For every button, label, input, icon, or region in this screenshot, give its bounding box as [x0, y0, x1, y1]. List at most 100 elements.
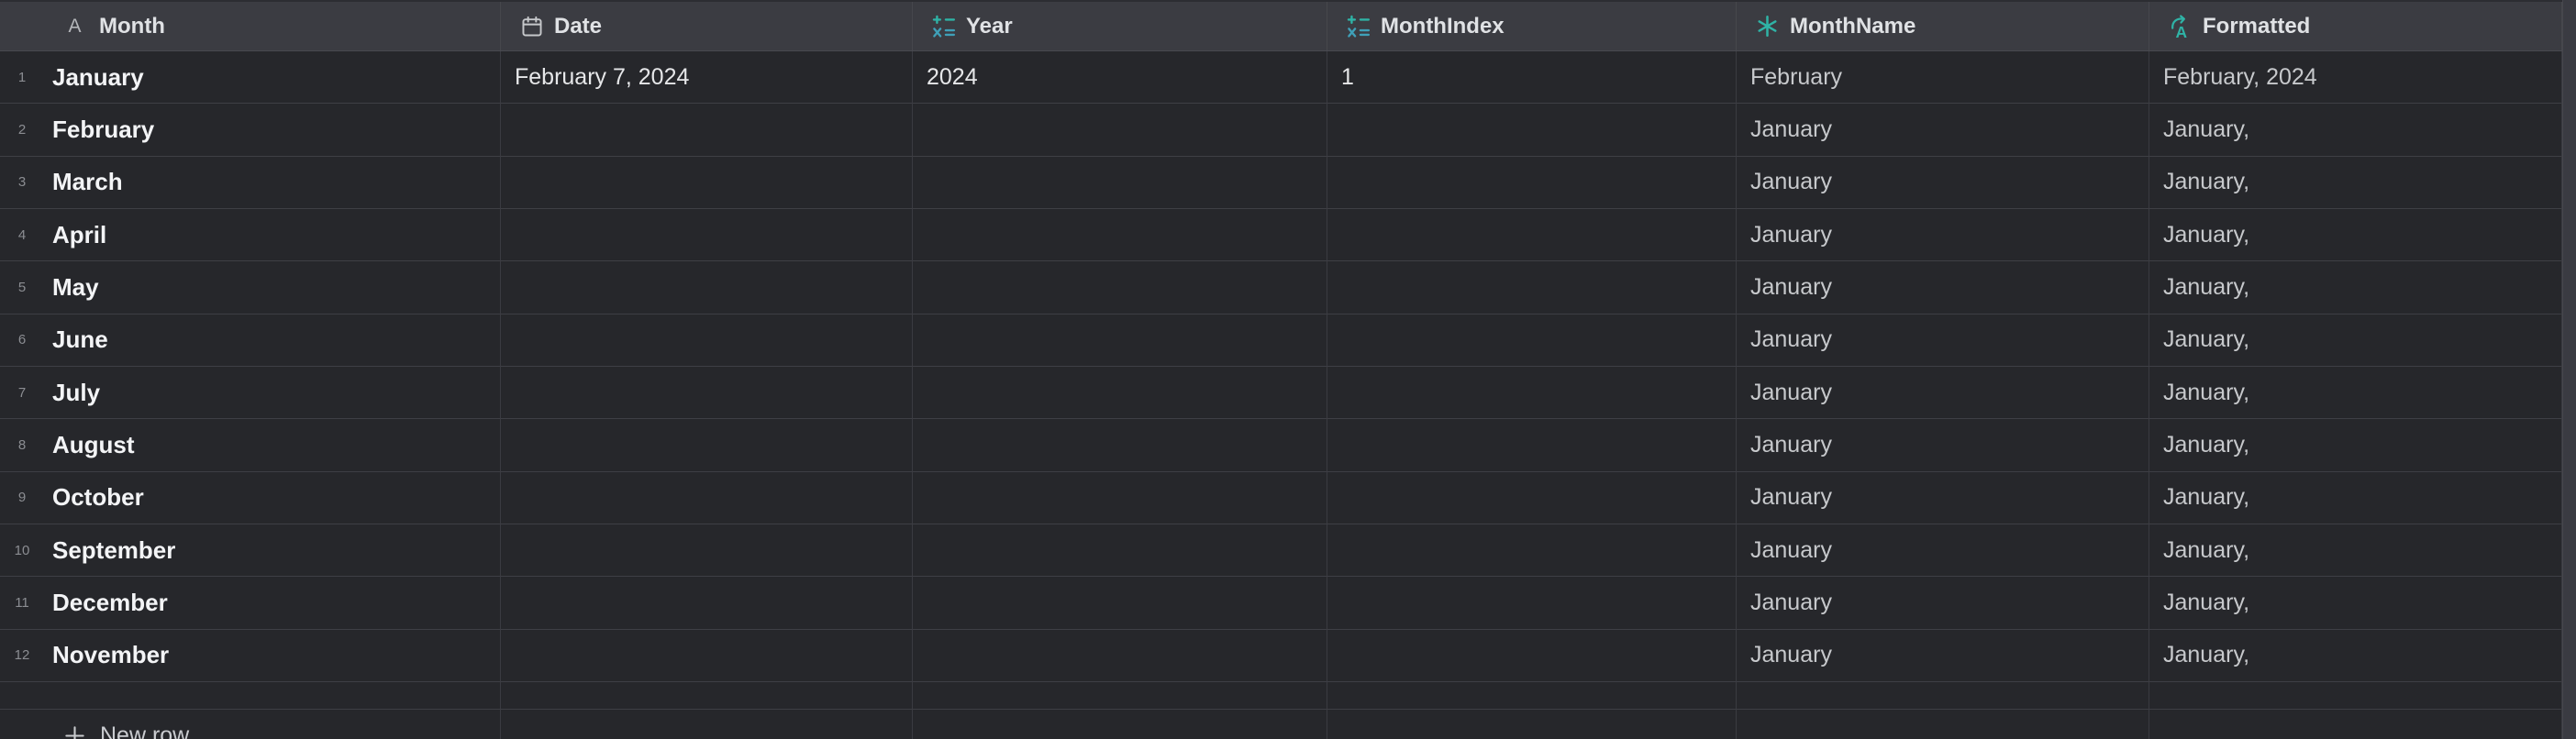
cell-monthindex[interactable] [1327, 261, 1737, 314]
cell-formatted[interactable]: January, [2149, 208, 2562, 262]
cell-monthindex[interactable] [1327, 577, 1737, 630]
cell-month[interactable]: 2 February [0, 104, 501, 157]
row-number[interactable]: 3 [0, 174, 44, 190]
cell-year[interactable] [913, 156, 1327, 209]
cell-date[interactable] [501, 104, 913, 157]
cell-month[interactable]: 11 December [0, 577, 501, 630]
cell-formatted[interactable]: February, 2024 [2149, 51, 2562, 105]
cell-monthname[interactable]: January [1737, 314, 2149, 367]
cell-month[interactable]: 8 August [0, 419, 501, 472]
column-header-monthindex[interactable]: MonthIndex [1327, 2, 1737, 50]
row-number[interactable]: 8 [0, 437, 44, 453]
row-number[interactable]: 4 [0, 227, 44, 243]
cell-year[interactable]: 2024 [913, 51, 1327, 105]
cell-monthindex[interactable]: 1 [1327, 51, 1737, 105]
vertical-scrollbar[interactable] [2562, 0, 2576, 739]
cell-monthindex[interactable] [1327, 208, 1737, 262]
cell-year[interactable] [913, 314, 1327, 367]
cell-monthindex[interactable] [1327, 156, 1737, 209]
cell-month[interactable]: 7 July [0, 366, 501, 420]
cell-date[interactable] [501, 577, 913, 630]
column-header-year[interactable]: Year [913, 2, 1327, 50]
empty-cell[interactable] [2149, 681, 2562, 710]
cell-monthname[interactable]: January [1737, 261, 2149, 314]
cell-month[interactable]: 9 October [0, 471, 501, 524]
empty-cell[interactable] [1737, 681, 2149, 710]
cell-date[interactable] [501, 629, 913, 682]
cell-monthname[interactable]: January [1737, 524, 2149, 578]
row-number[interactable]: 10 [0, 543, 44, 558]
cell-year[interactable] [913, 261, 1327, 314]
cell-monthname[interactable]: January [1737, 419, 2149, 472]
row-number[interactable]: 11 [0, 595, 44, 611]
cell-year[interactable] [913, 524, 1327, 578]
cell-date[interactable] [501, 314, 913, 367]
row-number[interactable]: 7 [0, 385, 44, 401]
cell-monthindex[interactable] [1327, 629, 1737, 682]
cell-month[interactable]: 4 April [0, 208, 501, 262]
row-number[interactable]: 9 [0, 490, 44, 505]
cell-formatted[interactable]: January, [2149, 524, 2562, 578]
cell-year[interactable] [913, 577, 1327, 630]
cell-monthname[interactable]: January [1737, 156, 2149, 209]
cell-monthindex-value: 1 [1341, 63, 1354, 90]
cell-monthindex[interactable] [1327, 314, 1737, 367]
cell-month[interactable]: 6 June [0, 314, 501, 367]
column-header-date[interactable]: Date [501, 2, 913, 50]
empty-cell[interactable] [501, 681, 913, 710]
empty-cell[interactable] [1327, 681, 1737, 710]
row-number[interactable]: 5 [0, 280, 44, 295]
cell-month[interactable]: 10 September [0, 524, 501, 578]
cell-year[interactable] [913, 366, 1327, 420]
cell-date[interactable] [501, 261, 913, 314]
cell-monthname[interactable]: January [1737, 577, 2149, 630]
cell-date[interactable]: February 7, 2024 [501, 51, 913, 105]
cell-formatted[interactable]: January, [2149, 314, 2562, 367]
empty-cell[interactable] [0, 681, 501, 710]
cell-formatted[interactable]: January, [2149, 156, 2562, 209]
cell-monthname[interactable]: January [1737, 629, 2149, 682]
cell-month[interactable]: 5 May [0, 261, 501, 314]
row-number[interactable]: 2 [0, 122, 44, 138]
cell-monthname[interactable]: February [1737, 51, 2149, 105]
cell-monthindex[interactable] [1327, 366, 1737, 420]
cell-formatted[interactable]: January, [2149, 419, 2562, 472]
cell-monthname[interactable]: January [1737, 208, 2149, 262]
row-number[interactable]: 1 [0, 70, 44, 85]
cell-monthname-value: January [1750, 379, 1832, 405]
column-header-month[interactable]: A Month [0, 2, 501, 50]
cell-monthname[interactable]: January [1737, 366, 2149, 420]
column-header-monthname[interactable]: MonthName [1737, 2, 2149, 50]
cell-monthindex[interactable] [1327, 104, 1737, 157]
cell-date[interactable] [501, 524, 913, 578]
cell-formatted[interactable]: January, [2149, 471, 2562, 524]
cell-monthindex[interactable] [1327, 524, 1737, 578]
cell-monthname[interactable]: January [1737, 104, 2149, 157]
cell-date[interactable] [501, 366, 913, 420]
cell-date[interactable] [501, 208, 913, 262]
cell-year[interactable] [913, 104, 1327, 157]
cell-monthindex[interactable] [1327, 471, 1737, 524]
cell-month[interactable]: 1 January [0, 51, 501, 105]
cell-month[interactable]: 12 November [0, 629, 501, 682]
cell-monthname[interactable]: January [1737, 471, 2149, 524]
cell-monthindex[interactable] [1327, 419, 1737, 472]
cell-year[interactable] [913, 471, 1327, 524]
cell-formatted[interactable]: January, [2149, 366, 2562, 420]
new-row-button[interactable]: New row [62, 710, 189, 739]
cell-year[interactable] [913, 208, 1327, 262]
cell-month[interactable]: 3 March [0, 156, 501, 209]
cell-year[interactable] [913, 629, 1327, 682]
column-header-formatted[interactable]: A Formatted [2149, 2, 2562, 50]
cell-formatted[interactable]: January, [2149, 104, 2562, 157]
cell-date[interactable] [501, 419, 913, 472]
cell-formatted[interactable]: January, [2149, 261, 2562, 314]
empty-cell[interactable] [913, 681, 1327, 710]
cell-year[interactable] [913, 419, 1327, 472]
row-number[interactable]: 6 [0, 332, 44, 347]
cell-date[interactable] [501, 471, 913, 524]
cell-formatted[interactable]: January, [2149, 577, 2562, 630]
cell-date[interactable] [501, 156, 913, 209]
row-number[interactable]: 12 [0, 647, 44, 663]
cell-formatted[interactable]: January, [2149, 629, 2562, 682]
